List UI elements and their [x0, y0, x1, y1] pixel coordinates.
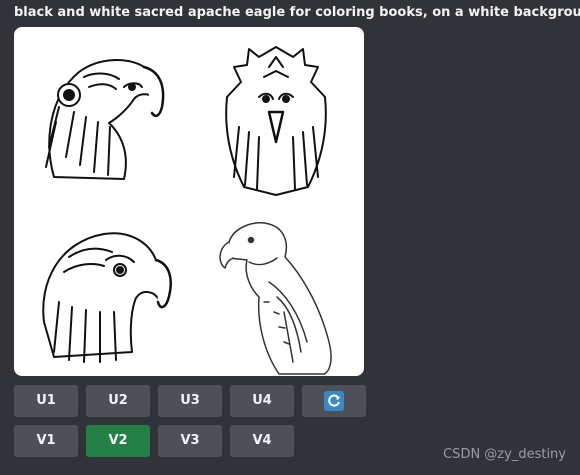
- image-grid[interactable]: [14, 27, 364, 376]
- refresh-icon: [324, 391, 344, 411]
- watermark: CSDN @zy_destiny: [443, 447, 566, 462]
- upscale-button-4[interactable]: U4: [230, 385, 294, 417]
- variation-button-3[interactable]: V3: [158, 425, 222, 457]
- eagle-image-3[interactable]: [14, 202, 189, 376]
- variation-button-1[interactable]: V1: [14, 425, 78, 457]
- eagle-image-4[interactable]: [189, 202, 364, 376]
- variation-button-2[interactable]: V2: [86, 425, 150, 457]
- upscale-button-1[interactable]: U1: [14, 385, 78, 417]
- eagle-image-1[interactable]: [14, 27, 189, 201]
- prompt-text: black and white sacred apache eagle for …: [14, 5, 580, 20]
- variation-button-4[interactable]: V4: [230, 425, 294, 457]
- eagle-image-2[interactable]: [189, 27, 364, 201]
- upscale-button-2[interactable]: U2: [86, 385, 150, 417]
- upscale-button-3[interactable]: U3: [158, 385, 222, 417]
- reroll-button[interactable]: [302, 385, 366, 417]
